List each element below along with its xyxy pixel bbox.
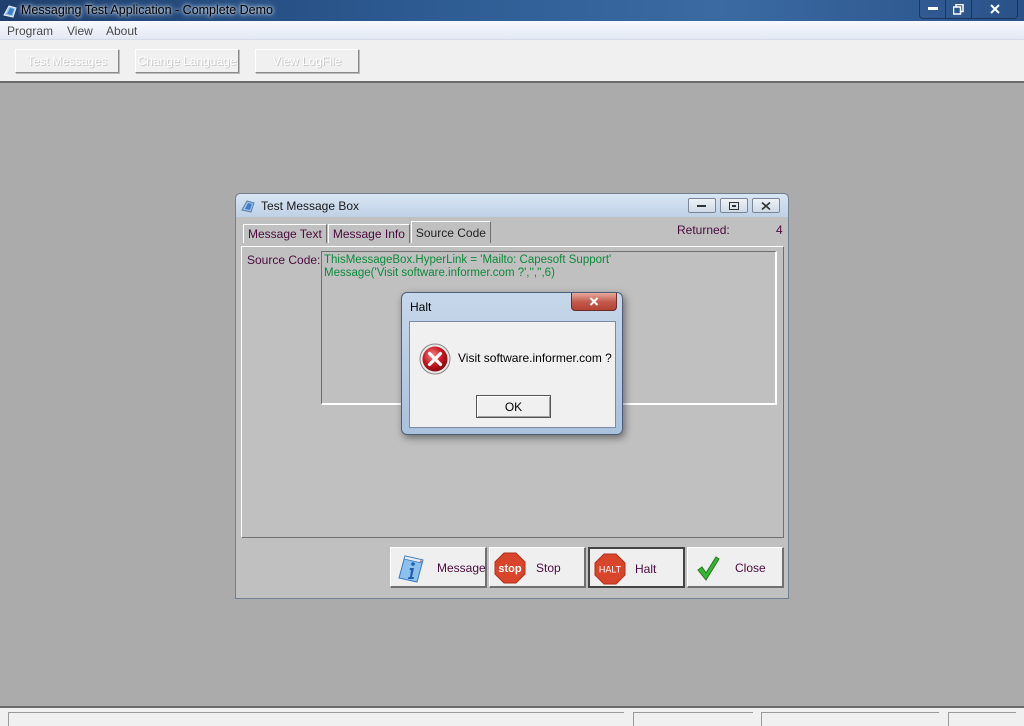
tab-source-code[interactable]: Source Code	[410, 221, 491, 243]
window-controls	[919, 0, 1018, 19]
source-code-label: Source Code:	[247, 253, 321, 267]
close-icon	[989, 4, 1000, 14]
stop-button[interactable]: stop Stop	[489, 547, 586, 588]
status-panel	[8, 712, 624, 726]
menu-bar: Program View About	[0, 21, 1024, 40]
test-messages-button[interactable]: Test Messages	[15, 49, 119, 73]
stop-sign-icon: stop	[494, 552, 526, 584]
minimize-button[interactable]	[919, 0, 946, 19]
halt-dialog-title: Halt	[410, 300, 432, 314]
maximize-icon	[729, 201, 739, 210]
halt-sign-text: HALT	[599, 565, 622, 575]
inner-maximize-button[interactable]	[720, 198, 748, 213]
ok-button[interactable]: OK	[476, 395, 551, 418]
halt-button-label: Halt	[635, 562, 657, 576]
halt-sign-icon: HALT	[594, 553, 626, 585]
halt-button[interactable]: HALT Halt	[588, 547, 685, 588]
restore-icon	[953, 3, 964, 15]
close-button[interactable]	[972, 0, 1018, 19]
test-message-box-title-bar[interactable]: Test Message Box	[236, 194, 788, 217]
halt-dialog-message: Visit software.informer.com ?	[458, 351, 612, 365]
restore-button[interactable]	[946, 0, 972, 19]
info-icon	[398, 555, 424, 583]
status-bar	[0, 706, 1024, 726]
close-icon	[589, 297, 599, 306]
minimize-icon	[927, 7, 938, 10]
message-button[interactable]: Message	[390, 547, 487, 588]
returned-value: 4	[776, 223, 783, 237]
tab-message-info[interactable]: Message Info	[327, 224, 410, 243]
status-panel	[761, 712, 939, 726]
main-window-title: Messaging Test Application - Complete De…	[21, 3, 273, 17]
inner-minimize-button[interactable]	[688, 198, 716, 213]
view-logfile-button[interactable]: View LogFile	[255, 49, 359, 73]
halt-dialog: Halt Visit software.informer.com ? OK	[401, 292, 623, 435]
menu-about[interactable]: About	[106, 24, 137, 38]
inner-close-button[interactable]	[752, 198, 780, 213]
stop-sign-text: stop	[498, 563, 522, 575]
halt-dialog-close-button[interactable]	[571, 293, 617, 311]
close-dialog-button[interactable]: Close	[687, 547, 784, 588]
tab-message-text[interactable]: Message Text	[243, 224, 327, 243]
main-title-bar[interactable]: Messaging Test Application - Complete De…	[0, 0, 1024, 21]
change-language-button[interactable]: Change Language	[135, 49, 239, 73]
returned-label: Returned:	[677, 223, 730, 237]
close-button-label: Close	[735, 561, 766, 575]
message-button-label: Message	[437, 561, 486, 575]
source-code-line: ThisMessageBox.HyperLink = 'Mailto: Cape…	[324, 254, 612, 266]
halt-dialog-content: Visit software.informer.com ? OK	[409, 321, 616, 428]
app-icon	[241, 200, 255, 213]
app-icon	[3, 5, 17, 18]
close-icon	[761, 201, 771, 210]
status-panel	[948, 712, 1016, 726]
error-icon	[419, 343, 451, 375]
status-panel	[633, 712, 753, 726]
menu-view[interactable]: View	[67, 24, 93, 38]
minimize-icon	[697, 204, 706, 207]
action-button-strip: Message stop Stop HALT Halt Close	[239, 542, 785, 592]
checkmark-icon	[697, 556, 720, 581]
stop-button-label: Stop	[536, 561, 561, 575]
test-message-box-title: Test Message Box	[261, 199, 360, 213]
toolbar: Test Messages Change Language View LogFi…	[0, 40, 1024, 83]
source-code-line: Message('Visit software.informer.com ?',…	[324, 267, 555, 279]
tab-strip: Message Text Message Info Source Code	[243, 221, 492, 243]
menu-program[interactable]: Program	[7, 24, 53, 38]
